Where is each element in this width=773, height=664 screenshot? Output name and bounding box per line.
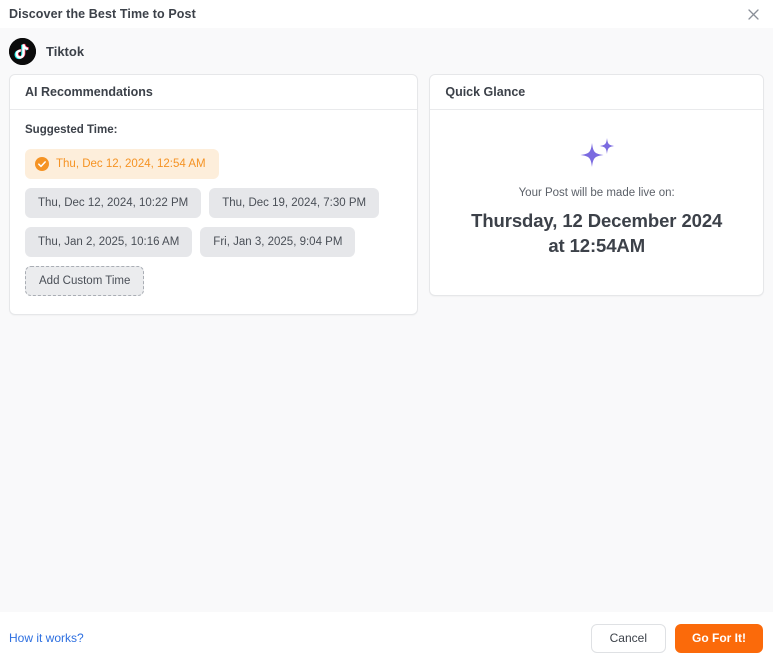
time-chip-selected[interactable]: Thu, Dec 12, 2024, 12:54 AM — [25, 149, 219, 179]
quick-glance-title: Quick Glance — [445, 85, 526, 99]
ai-recommendations-card: AI Recommendations Suggested Time: Thu, … — [9, 74, 419, 315]
cards-region: AI Recommendations Suggested Time: Thu, … — [0, 74, 773, 315]
suggested-time-chip-list: Thu, Dec 12, 2024, 12:54 AM Thu, Dec 12,… — [25, 149, 402, 296]
quick-glance-body: Your Post will be made live on: Thursday… — [430, 110, 763, 295]
suggested-time-label: Suggested Time: — [25, 124, 118, 136]
tiktok-icon — [9, 37, 36, 65]
ai-recommendations-header: AI Recommendations — [10, 75, 418, 110]
time-chip-label: Thu, Dec 12, 2024, 10:22 PM — [38, 197, 189, 209]
time-chip[interactable]: Thu, Dec 12, 2024, 10:22 PM — [25, 188, 202, 218]
quick-glance-date-line-2: at 12:54AM — [548, 234, 646, 256]
quick-glance-header: Quick Glance — [430, 75, 763, 110]
time-chip[interactable]: Thu, Jan 2, 2025, 10:16 AM — [25, 227, 193, 257]
modal-header: Discover the Best Time to Post — [0, 0, 773, 28]
how-it-works-link[interactable]: How it works? — [9, 631, 84, 645]
confirm-button[interactable]: Go For It! — [675, 623, 763, 653]
quick-glance-date-line-1: Thursday, 12 December 2024 — [471, 209, 723, 231]
cancel-button[interactable]: Cancel — [590, 623, 666, 653]
time-chip-label: Thu, Jan 2, 2025, 10:16 AM — [38, 236, 180, 248]
ai-recommendations-title: AI Recommendations — [25, 85, 153, 99]
modal-footer: How it works? Cancel Go For It! — [0, 612, 773, 664]
account-name: Tiktok — [46, 43, 85, 59]
quick-glance-date: Thursday, 12 December 2024 at 12:54AM — [471, 209, 722, 258]
add-custom-time-button[interactable]: Add Custom Time — [25, 266, 145, 296]
time-chip-label: Thu, Dec 19, 2024, 7:30 PM — [222, 197, 367, 209]
account-row: Tiktok — [0, 28, 773, 74]
sparkles-icon — [576, 137, 618, 176]
quick-glance-card: Quick Glance Your Post will be made live… — [429, 74, 764, 296]
footer-actions: Cancel Go For It! — [590, 623, 763, 653]
close-icon[interactable] — [743, 4, 763, 24]
time-chip-label: Fri, Jan 3, 2025, 9:04 PM — [213, 236, 343, 248]
time-chip-label: Thu, Dec 12, 2024, 12:54 AM — [56, 158, 206, 170]
page-title: Discover the Best Time to Post — [9, 7, 196, 21]
check-circle-icon — [35, 157, 49, 171]
time-chip[interactable]: Thu, Dec 19, 2024, 7:30 PM — [209, 188, 380, 218]
time-chip[interactable]: Fri, Jan 3, 2025, 9:04 PM — [200, 227, 356, 257]
ai-recommendations-body: Suggested Time: Thu, Dec 12, 2024, 12:54… — [10, 110, 417, 314]
quick-glance-caption: Your Post will be made live on: — [518, 186, 675, 199]
add-custom-time-label: Add Custom Time — [39, 275, 131, 287]
